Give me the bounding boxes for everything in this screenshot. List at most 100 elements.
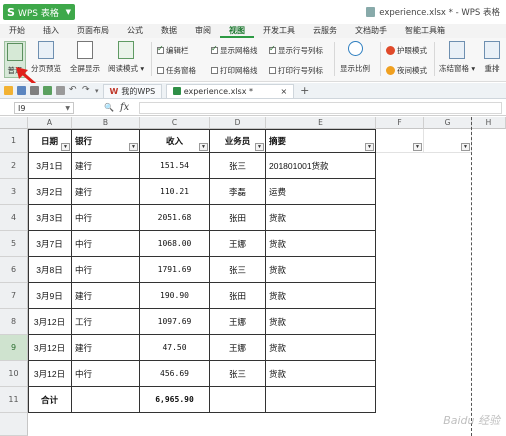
redo-icon[interactable]: ↷ [82, 86, 91, 95]
row-header-selected[interactable]: 9 [0, 335, 28, 361]
new-tab-icon[interactable]: + [300, 84, 309, 97]
filter-dropdown-icon[interactable]: ▼ [461, 143, 470, 151]
close-tab-icon[interactable]: × [280, 87, 287, 96]
table-cell[interactable]: 货款 [266, 257, 376, 283]
table-cell[interactable]: 190.90 [140, 283, 210, 309]
table-cell[interactable]: 中行 [72, 205, 140, 231]
total-label-cell[interactable]: 合计 [28, 387, 72, 413]
column-header-c[interactable]: C [140, 117, 210, 129]
table-cell[interactable]: 货款 [266, 283, 376, 309]
row-header[interactable]: 6 [0, 257, 28, 283]
tab-formulas[interactable]: 公式 [118, 24, 152, 38]
table-cell[interactable]: 3月12日 [28, 309, 72, 335]
app-menu-button[interactable]: S WPS 表格 ▼ [3, 4, 75, 20]
table-cell[interactable]: 王娜 [210, 309, 266, 335]
header-cell-date[interactable]: 日期 ▼ [28, 129, 72, 153]
table-cell[interactable]: 201801001货款 [266, 153, 376, 179]
page-break-preview-button[interactable]: 分页预览 [31, 41, 61, 74]
row-header[interactable] [0, 413, 28, 436]
table-cell[interactable]: 110.21 [140, 179, 210, 205]
table-cell[interactable]: 47.50 [140, 335, 210, 361]
tab-document[interactable]: experience.xlsx * × [166, 83, 295, 98]
name-box[interactable]: I9 ▼ [14, 101, 74, 114]
select-all-corner[interactable] [0, 117, 28, 129]
row-header[interactable]: 1 [0, 129, 28, 153]
tab-home[interactable]: 开始 [0, 24, 34, 38]
table-cell[interactable]: 运费 [266, 179, 376, 205]
table-cell[interactable]: 张田 [210, 205, 266, 231]
table-cell[interactable] [72, 387, 140, 413]
show-gridlines-checkbox[interactable]: 显示网格线 [211, 44, 258, 56]
table-cell[interactable]: 张田 [210, 283, 266, 309]
table-cell[interactable]: 1097.69 [140, 309, 210, 335]
table-cell[interactable]: 3月12日 [28, 335, 72, 361]
column-header-d[interactable]: D [210, 117, 266, 129]
total-value-cell[interactable]: 6,965.90 [140, 387, 210, 413]
table-cell[interactable]: 货款 [266, 309, 376, 335]
filter-dropdown-icon[interactable]: ▼ [255, 143, 264, 151]
table-cell[interactable]: 151.54 [140, 153, 210, 179]
filter-dropdown-icon[interactable]: ▼ [413, 143, 422, 151]
table-cell[interactable]: 张三 [210, 257, 266, 283]
table-cell[interactable]: 1791.69 [140, 257, 210, 283]
row-header[interactable]: 2 [0, 153, 28, 179]
table-cell[interactable]: 3月7日 [28, 231, 72, 257]
header-cell-summary[interactable]: 摘要 ▼ [266, 129, 376, 153]
show-row-col-headers-checkbox[interactable]: 显示行号列标 [269, 44, 323, 56]
table-cell[interactable]: 王娜 [210, 335, 266, 361]
column-header-e[interactable]: E [266, 117, 376, 129]
table-cell[interactable]: 建行 [72, 335, 140, 361]
column-header-f[interactable]: F [376, 117, 424, 129]
table-cell[interactable]: 3月9日 [28, 283, 72, 309]
export-pdf-icon[interactable] [56, 86, 65, 95]
tab-data[interactable]: 数据 [152, 24, 186, 38]
table-cell[interactable]: 456.69 [140, 361, 210, 387]
normal-view-button[interactable]: 普通 [4, 41, 26, 78]
print-row-col-headers-checkbox[interactable]: 打印行号列标 [269, 65, 323, 76]
table-cell[interactable]: 3月2日 [28, 179, 72, 205]
table-cell[interactable]: 建行 [72, 283, 140, 309]
tab-my-wps[interactable]: W 我的WPS [102, 83, 163, 98]
header-cell-f[interactable]: ▼ [376, 129, 424, 153]
task-pane-checkbox[interactable]: 任务窗格 [157, 65, 196, 76]
rearrange-button[interactable]: 重排 [484, 41, 500, 74]
freeze-panes-button[interactable]: 冻结窗格 ▾ [439, 41, 475, 74]
column-header-a[interactable]: A [28, 117, 72, 129]
row-header[interactable]: 8 [0, 309, 28, 335]
table-cell[interactable]: 中行 [72, 257, 140, 283]
header-cell-g[interactable]: ▼ [424, 129, 472, 153]
tab-smart-toolbox[interactable]: 智能工具箱 [396, 24, 454, 38]
table-cell[interactable]: 工行 [72, 309, 140, 335]
header-cell-salesperson[interactable]: 业务员 ▼ [210, 129, 266, 153]
row-header[interactable]: 10 [0, 361, 28, 387]
table-cell[interactable] [210, 387, 266, 413]
save-icon[interactable] [17, 86, 26, 95]
formula-input[interactable] [139, 101, 502, 114]
table-cell[interactable]: 2051.68 [140, 205, 210, 231]
print-icon[interactable] [30, 86, 39, 95]
edit-bar-checkbox[interactable]: 编辑栏 [157, 44, 189, 56]
filter-dropdown-icon[interactable]: ▼ [61, 143, 70, 151]
column-header-h[interactable]: H [472, 117, 506, 129]
reading-mode-button[interactable]: 阅读模式 ▾ [108, 41, 144, 74]
filter-dropdown-icon[interactable]: ▼ [199, 143, 208, 151]
print-preview-icon[interactable] [43, 86, 52, 95]
row-header[interactable]: 3 [0, 179, 28, 205]
row-header[interactable]: 7 [0, 283, 28, 309]
table-cell[interactable]: 货款 [266, 205, 376, 231]
table-cell[interactable]: 建行 [72, 153, 140, 179]
row-header[interactable]: 4 [0, 205, 28, 231]
column-header-g[interactable]: G [424, 117, 472, 129]
table-cell[interactable]: 中行 [72, 231, 140, 257]
tab-review[interactable]: 审阅 [186, 24, 220, 38]
insert-function-icon[interactable]: fx [120, 102, 129, 113]
table-cell[interactable]: 中行 [72, 361, 140, 387]
table-cell[interactable]: 货款 [266, 361, 376, 387]
print-gridlines-checkbox[interactable]: 打印网格线 [211, 65, 258, 76]
table-cell[interactable]: 3月1日 [28, 153, 72, 179]
customize-chevron-icon[interactable]: ▾ [95, 87, 99, 95]
night-mode-button[interactable]: 夜间模式 [386, 65, 427, 76]
table-cell[interactable]: 李磊 [210, 179, 266, 205]
tab-view[interactable]: 视图 [220, 24, 254, 38]
table-cell[interactable]: 1068.00 [140, 231, 210, 257]
